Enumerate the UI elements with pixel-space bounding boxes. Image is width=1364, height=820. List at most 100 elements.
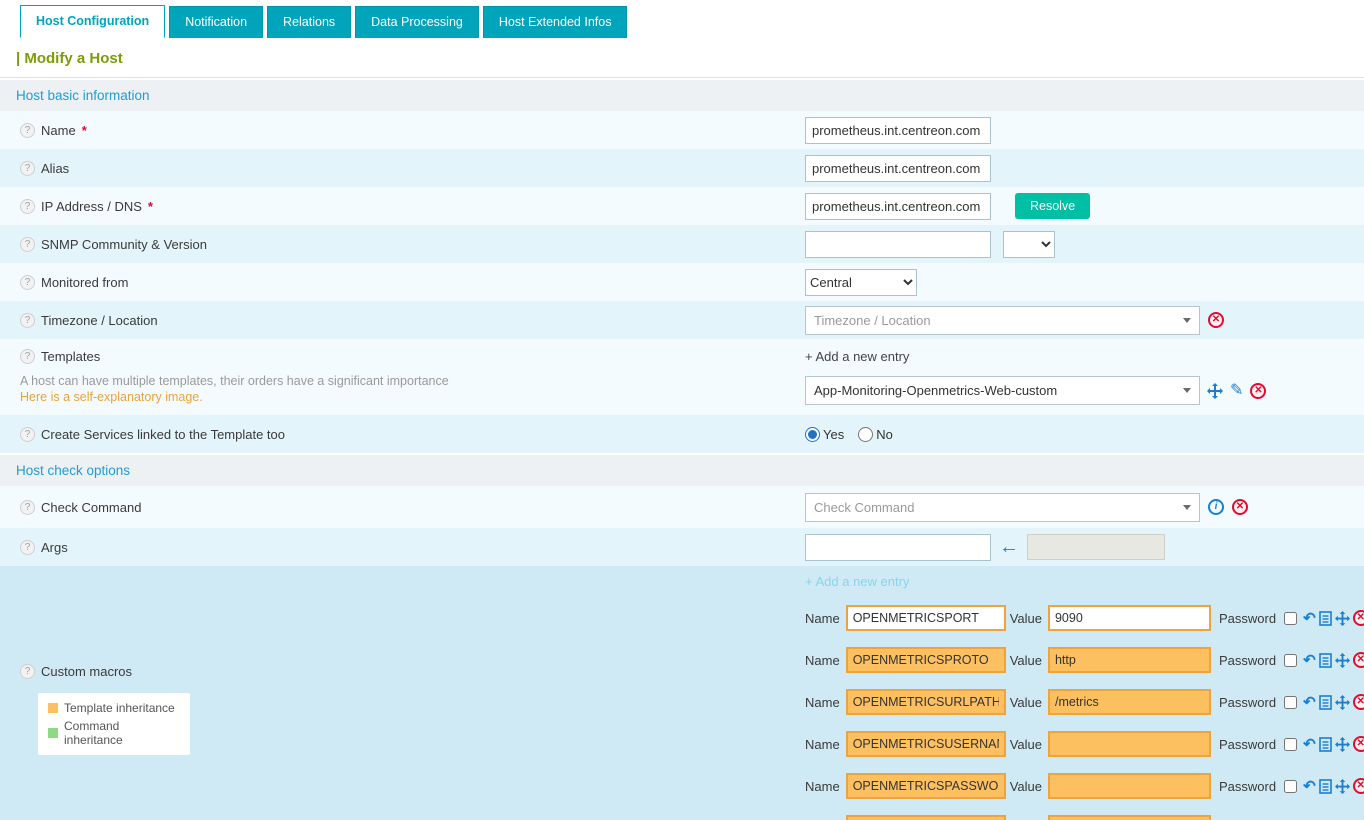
row-templates: ? Templates A host can have multiple tem…	[0, 339, 1364, 415]
help-icon[interactable]: ?	[20, 123, 35, 138]
undo-icon[interactable]: ↶	[1303, 695, 1316, 710]
undo-icon[interactable]: ↶	[1303, 737, 1316, 752]
edit-icon[interactable]: ✎	[1230, 383, 1243, 399]
add-template-link[interactable]: + Add a new entry	[805, 349, 909, 364]
tab-host-extended-infos[interactable]: Host Extended Infos	[483, 6, 628, 38]
name-label-cell: ? Name *	[0, 123, 805, 138]
delete-icon[interactable]: ✕	[1353, 610, 1364, 626]
help-icon[interactable]: ?	[20, 237, 35, 252]
snmp-community-input[interactable]	[805, 231, 991, 258]
help-icon[interactable]: ?	[20, 313, 35, 328]
command-inheritance-label: Command inheritance	[64, 719, 180, 747]
custom-macros-block: ? Custom macros Template inheritance Com…	[0, 566, 1364, 820]
macro-password-label: Password	[1219, 653, 1276, 668]
timezone-label-cell: ? Timezone / Location	[0, 313, 805, 328]
add-macro-link[interactable]: + Add a new entry	[805, 574, 909, 589]
help-icon[interactable]: ?	[20, 664, 35, 679]
password-checkbox[interactable]	[1284, 780, 1297, 793]
radio-no-input[interactable]	[858, 427, 873, 442]
name-input[interactable]	[805, 117, 991, 144]
move-icon[interactable]	[1335, 737, 1350, 752]
move-icon[interactable]	[1335, 611, 1350, 626]
macro-name-input[interactable]	[846, 773, 1006, 799]
check-command-select[interactable]: Check Command	[805, 493, 1200, 522]
macro-name-input[interactable]	[846, 815, 1006, 820]
macro-value-input[interactable]	[1048, 605, 1211, 631]
custom-macros-field-cell: + Add a new entry Name Value Password ↶ …	[805, 566, 1364, 820]
tab-relations[interactable]: Relations	[267, 6, 351, 38]
ip-address-input[interactable]	[805, 193, 991, 220]
macro-value-input[interactable]	[1048, 815, 1211, 820]
password-checkbox[interactable]	[1284, 696, 1297, 709]
description-icon[interactable]	[1319, 779, 1332, 794]
move-icon[interactable]	[1207, 383, 1223, 399]
tab-data-processing[interactable]: Data Processing	[355, 6, 479, 38]
args-input[interactable]	[805, 534, 991, 561]
description-icon[interactable]	[1319, 695, 1332, 710]
monitored-from-select[interactable]: Central	[805, 269, 917, 296]
password-checkbox[interactable]	[1284, 654, 1297, 667]
help-icon[interactable]: ?	[20, 540, 35, 555]
name-label: Name	[41, 123, 76, 138]
help-icon[interactable]: ?	[20, 427, 35, 442]
description-icon[interactable]	[1319, 653, 1332, 668]
password-checkbox[interactable]	[1284, 738, 1297, 751]
help-icon[interactable]: ?	[20, 275, 35, 290]
delete-icon[interactable]: ✕	[1353, 694, 1364, 710]
radio-yes-input[interactable]	[805, 427, 820, 442]
undo-icon[interactable]: ↶	[1303, 611, 1316, 626]
macro-name-input[interactable]	[846, 605, 1006, 631]
custom-macros-label-line: ? Custom macros	[20, 664, 805, 679]
macro-name-input[interactable]	[846, 647, 1006, 673]
move-icon[interactable]	[1335, 695, 1350, 710]
help-icon[interactable]: ?	[20, 500, 35, 515]
undo-icon[interactable]: ↶	[1303, 653, 1316, 668]
resolve-button[interactable]: Resolve	[1015, 193, 1090, 219]
timezone-field-cell: Timezone / Location ✕	[805, 306, 1364, 335]
macro-value-input[interactable]	[1048, 731, 1211, 757]
snmp-version-select[interactable]	[1003, 231, 1055, 258]
row-alias: ? Alias	[0, 149, 1364, 187]
delete-icon[interactable]: ✕	[1250, 383, 1266, 399]
info-icon[interactable]: i	[1208, 499, 1224, 515]
macro-password-label: Password	[1219, 695, 1276, 710]
macro-value-input[interactable]	[1048, 773, 1211, 799]
help-icon[interactable]: ?	[20, 349, 35, 364]
move-icon[interactable]	[1335, 653, 1350, 668]
macro-name-input[interactable]	[846, 689, 1006, 715]
alias-input[interactable]	[805, 155, 991, 182]
macro-value-input[interactable]	[1048, 689, 1211, 715]
macro-row: Name Value Password ↶ ✕	[805, 639, 1364, 681]
left-arrow-icon[interactable]: ←	[999, 537, 1019, 557]
required-marker: *	[148, 199, 153, 214]
macro-value-input[interactable]	[1048, 647, 1211, 673]
clear-icon[interactable]: ✕	[1232, 499, 1248, 515]
description-icon[interactable]	[1319, 611, 1332, 626]
description-icon[interactable]	[1319, 737, 1332, 752]
macro-name-input[interactable]	[846, 731, 1006, 757]
timezone-select[interactable]: Timezone / Location	[805, 306, 1200, 335]
password-checkbox[interactable]	[1284, 612, 1297, 625]
tab-notification[interactable]: Notification	[169, 6, 263, 38]
args-disabled-input	[1027, 534, 1165, 560]
inheritance-legend: Template inheritance Command inheritance	[38, 693, 190, 755]
help-icon[interactable]: ?	[20, 199, 35, 214]
macro-icons: ↶ ✕	[1303, 736, 1364, 752]
custom-macros-label-cell: ? Custom macros Template inheritance Com…	[0, 566, 805, 820]
snmp-field-cell	[805, 231, 1364, 258]
radio-no[interactable]: No	[858, 427, 893, 442]
radio-yes-label: Yes	[823, 427, 844, 442]
move-icon[interactable]	[1335, 779, 1350, 794]
clear-icon[interactable]: ✕	[1208, 312, 1224, 328]
undo-icon[interactable]: ↶	[1303, 779, 1316, 794]
template-select[interactable]: App-Monitoring-Openmetrics-Web-custom	[805, 376, 1200, 405]
help-icon[interactable]: ?	[20, 161, 35, 176]
radio-yes[interactable]: Yes	[805, 427, 844, 442]
templates-help-link[interactable]: Here is a self-explanatory image.	[20, 390, 805, 404]
delete-icon[interactable]: ✕	[1353, 652, 1364, 668]
tab-host-configuration[interactable]: Host Configuration	[20, 5, 165, 38]
template-select-line: App-Monitoring-Openmetrics-Web-custom ✎ …	[805, 376, 1364, 405]
delete-icon[interactable]: ✕	[1353, 736, 1364, 752]
macro-icons: ↶ ✕	[1303, 610, 1364, 626]
delete-icon[interactable]: ✕	[1353, 778, 1364, 794]
